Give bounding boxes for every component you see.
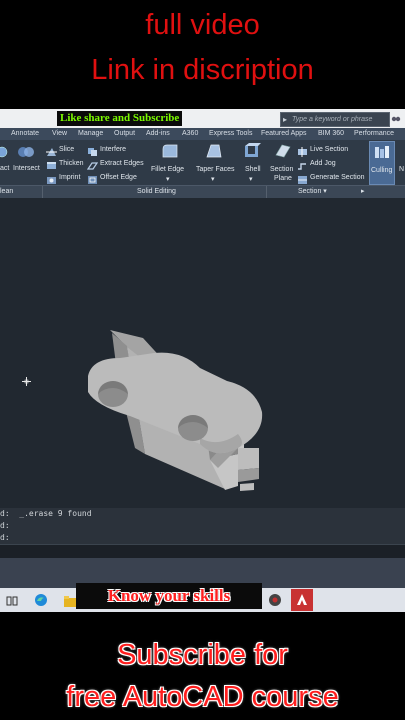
search-input[interactable]: ▸ Type a keyword or phrase xyxy=(280,112,390,127)
command-line-2: d: xyxy=(0,521,10,530)
command-line-1: d: _.erase 9 found xyxy=(0,509,92,518)
autocad-window: Like share and Subscribe ▸ Type a keywor… xyxy=(0,109,405,612)
culling-label: Culling xyxy=(371,167,393,174)
panel-solid-editing-label[interactable]: Solid Editing xyxy=(137,186,176,198)
culling-icon xyxy=(374,145,390,164)
tab-performance[interactable]: Performance xyxy=(354,128,394,140)
offset-edge-label[interactable]: Offset Edge xyxy=(100,173,137,182)
skills-banner: Know your skills xyxy=(76,583,262,609)
panel-section-label[interactable]: Section ▾ xyxy=(298,186,327,198)
interfere-icon[interactable] xyxy=(87,144,98,156)
add-jog-icon[interactable] xyxy=(297,158,308,170)
intersect-icon[interactable] xyxy=(16,145,36,163)
add-jog-label[interactable]: Add Jog xyxy=(310,159,336,168)
section-plane-label-1[interactable]: Section xyxy=(270,165,293,174)
generate-section-icon[interactable] xyxy=(297,172,308,184)
tab-view[interactable]: View xyxy=(52,128,67,140)
live-section-label[interactable]: Live Section xyxy=(310,145,348,154)
subtract-icon[interactable] xyxy=(0,145,8,163)
interfere-label[interactable]: Interfere xyxy=(100,145,126,154)
tab-manage[interactable]: Manage xyxy=(78,128,103,140)
tab-featured-apps[interactable]: Featured Apps xyxy=(261,128,307,140)
panel-divider xyxy=(266,186,267,198)
top-caption-line1: full video xyxy=(145,9,260,41)
shell-label[interactable]: Shell xyxy=(245,165,261,174)
extract-edges-icon[interactable] xyxy=(86,158,99,170)
search-placeholder: Type a keyword or phrase xyxy=(292,116,373,123)
taper-dropdown-icon[interactable]: ▾ xyxy=(211,175,215,184)
fillet-edge-label[interactable]: Fillet Edge xyxy=(151,165,184,174)
tab-add-ins[interactable]: Add-ins xyxy=(146,128,170,140)
task-view-icon[interactable] xyxy=(6,594,18,612)
drawing-viewport[interactable] xyxy=(0,198,405,508)
tab-output[interactable]: Output xyxy=(114,128,135,140)
section-plane-label-2[interactable]: Plane xyxy=(274,174,292,183)
taper-faces-icon[interactable] xyxy=(205,143,223,164)
tab-annotate[interactable]: Annotate xyxy=(11,128,39,140)
panel-clean-label[interactable]: lean xyxy=(0,186,13,198)
autocad-taskbar-icon[interactable] xyxy=(291,589,313,611)
panel-expand-icon[interactable]: ▸ xyxy=(361,186,365,198)
bottom-caption-line1: Subscribe for xyxy=(117,639,288,671)
binoculars-icon[interactable] xyxy=(391,113,401,123)
title-bar: Like share and Subscribe ▸ Type a keywor… xyxy=(0,109,405,128)
panel-title-bar: lean Solid Editing Section ▾ ▸ xyxy=(0,185,405,198)
slice-label[interactable]: Slice xyxy=(59,145,74,154)
command-input[interactable] xyxy=(0,544,405,559)
tab-a360[interactable]: A360 xyxy=(182,128,198,140)
edge-browser-icon[interactable] xyxy=(34,593,48,612)
subtract-label[interactable]: act xyxy=(0,164,9,173)
command-history: d: _.erase 9 found d: d: xyxy=(0,508,405,544)
fillet-dropdown-icon[interactable]: ▾ xyxy=(166,175,170,184)
thicken-icon[interactable] xyxy=(46,158,57,169)
skills-banner-text: Know your skills xyxy=(107,586,231,605)
command-line-3: d: xyxy=(0,533,10,542)
thicken-label[interactable]: Thicken xyxy=(59,159,84,168)
generate-section-label[interactable]: Generate Section xyxy=(310,173,364,182)
chrome-icon[interactable] xyxy=(268,593,282,612)
3d-bracket-model[interactable] xyxy=(0,198,405,508)
slice-icon[interactable] xyxy=(46,144,57,156)
offset-edge-icon[interactable] xyxy=(87,172,98,184)
culling-button[interactable]: Culling xyxy=(369,141,395,185)
cutoff-label: N xyxy=(399,166,405,173)
imprint-label[interactable]: Imprint xyxy=(59,173,80,182)
top-caption-line2: Link in discription xyxy=(91,54,314,86)
shell-icon[interactable] xyxy=(243,143,261,164)
fillet-edge-icon[interactable] xyxy=(161,143,179,164)
tab-bim-360[interactable]: BIM 360 xyxy=(318,128,344,140)
imprint-icon[interactable] xyxy=(46,172,57,184)
extract-edges-label[interactable]: Extract Edges xyxy=(100,159,144,168)
intersect-label[interactable]: Intersect xyxy=(13,164,40,173)
file-explorer-icon[interactable] xyxy=(64,594,76,612)
bottom-caption-line2: free AutoCAD course xyxy=(66,681,339,713)
tab-express-tools[interactable]: Express Tools xyxy=(209,128,252,140)
live-section-icon[interactable] xyxy=(297,144,308,157)
promo-banner: Like share and Subscribe xyxy=(57,111,183,126)
panel-divider xyxy=(42,186,43,198)
shell-dropdown-icon[interactable]: ▾ xyxy=(249,175,253,184)
section-plane-icon[interactable] xyxy=(274,143,292,164)
taper-faces-label[interactable]: Taper Faces xyxy=(196,165,235,174)
ribbon-tabs: Annotate View Manage Output Add-ins A360… xyxy=(0,128,405,140)
search-arrow-icon: ▸ xyxy=(283,115,288,124)
